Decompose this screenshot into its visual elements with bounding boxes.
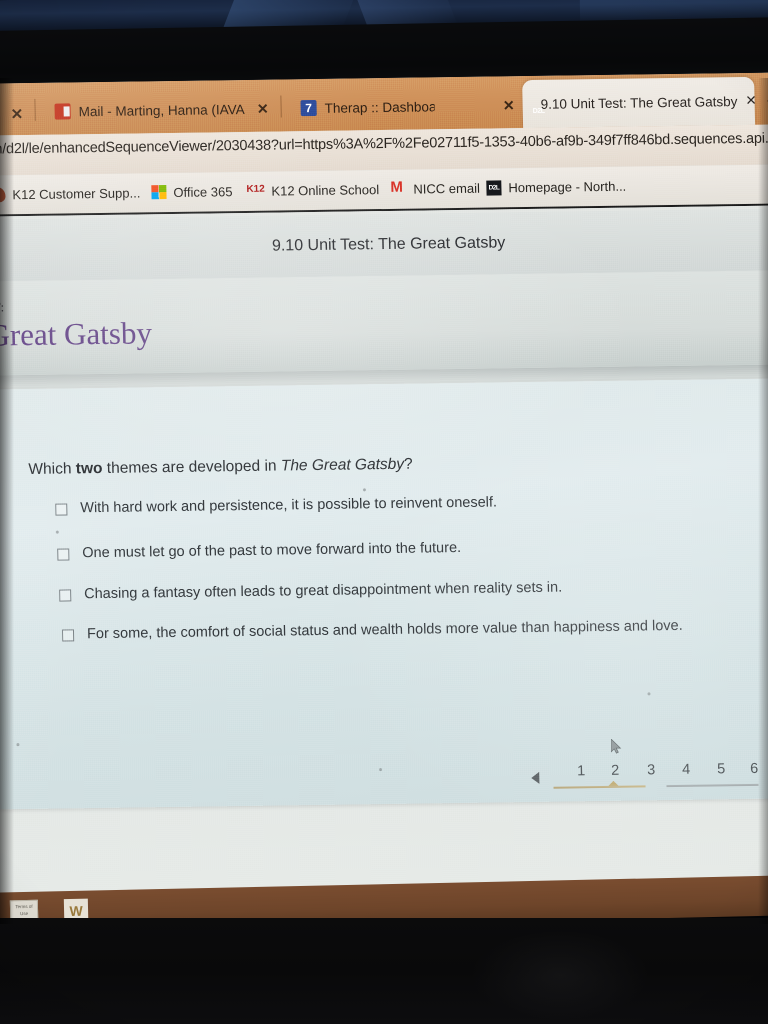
banner-title: The Great Gatsby: [0, 315, 153, 353]
outlook-icon: [54, 103, 71, 120]
tab-divider: [280, 95, 282, 118]
checkbox-icon[interactable]: [55, 503, 68, 516]
pagination: 1 2 3 4 5 6: [519, 758, 768, 802]
mouse-cursor: [611, 739, 622, 754]
bookmark-office-365[interactable]: Office 365: [151, 178, 233, 205]
k12-school-icon: [249, 183, 264, 198]
caret-left-icon[interactable]: [531, 771, 540, 785]
desk-reflection: [470, 930, 650, 1020]
checkbox-icon[interactable]: [61, 629, 75, 642]
pagination-page-6[interactable]: 6: [750, 761, 758, 777]
bookmark-label: Office 365: [173, 183, 233, 200]
prompt-part-3: ?: [403, 455, 413, 473]
d2l-homepage-icon: [486, 179, 502, 196]
pagination-bar-inactive: [666, 783, 759, 788]
photo-of-laptop-screen: ✕ Mail - Marting, Hanna (IAVA St ✕ Thera…: [0, 0, 768, 1024]
gmail-icon: [391, 181, 406, 196]
question-card: Which two themes are developed in The Gr…: [0, 378, 768, 810]
browser-tab-unit-test-active[interactable]: 9.10 Unit Test: The Great Gatsby ✕: [522, 76, 757, 129]
browser-tab-label: Mail - Marting, Hanna (IAVA St: [78, 101, 246, 119]
banner-eyebrow: UNIT TEST:: [0, 299, 5, 315]
pagination-page-1[interactable]: 1: [577, 763, 585, 779]
pagination-page-4[interactable]: 4: [682, 762, 690, 778]
answer-option[interactable]: For some, the comfort of social status a…: [61, 617, 683, 643]
tab-close-icon-leading[interactable]: ✕: [11, 105, 24, 123]
browser-tab-label: 9.10 Unit Test: The Great Gatsby: [540, 93, 738, 112]
answer-option-label: With hard work and persistence, it is po…: [80, 494, 498, 517]
page-title: 9.10 Unit Test: The Great Gatsby: [271, 234, 506, 255]
close-icon[interactable]: ✕: [745, 93, 757, 109]
k12-customer-icon: [0, 186, 6, 203]
browser-tab-therap[interactable]: Therap :: Dashboard ✕: [292, 82, 523, 131]
answer-option[interactable]: Chasing a fantasy often leads to great d…: [59, 580, 562, 603]
answer-option-label: Chasing a fantasy often leads to great d…: [84, 579, 563, 603]
answer-option[interactable]: With hard work and persistence, it is po…: [55, 494, 497, 516]
bookmark-k12-customer-support[interactable]: K12 Customer Supp...: [0, 179, 141, 207]
pagination-page-3[interactable]: 3: [647, 762, 655, 778]
bookmark-label: K12 Online School: [271, 181, 380, 199]
page-header: 9.10 Unit Test: The Great Gatsby: [0, 208, 768, 282]
answer-option[interactable]: One must let go of the past to move forw…: [57, 540, 461, 562]
desk-shadow-area: [0, 918, 768, 1024]
tab-divider: [34, 98, 36, 121]
bookmark-label: Homepage - North...: [508, 178, 627, 195]
close-icon[interactable]: ✕: [503, 97, 515, 114]
pagination-bar-active: [553, 785, 646, 789]
therap-icon: [300, 99, 317, 117]
bookmark-label: NICC email: [413, 180, 481, 197]
pagination-page-2[interactable]: 2: [611, 763, 619, 779]
prompt-part-1: Which: [28, 460, 77, 479]
laptop-screen: ✕ Mail - Marting, Hanna (IAVA St ✕ Thera…: [0, 72, 768, 920]
pagination-current-marker: [608, 780, 619, 786]
prompt-emphasis: two: [75, 459, 103, 478]
answer-option-label: For some, the comfort of social status a…: [86, 617, 683, 643]
bookmark-label: K12 Customer Supp...: [12, 184, 141, 202]
checkbox-icon[interactable]: [57, 548, 70, 561]
prompt-part-2: themes are developed in: [102, 457, 282, 477]
bookmark-homepage-north[interactable]: Homepage - North...: [486, 173, 626, 201]
unit-banner: UNIT TEST: The Great Gatsby: [0, 270, 768, 376]
answer-option-label: One must let go of the past to move forw…: [82, 539, 462, 562]
prompt-book-title: The Great Gatsby: [280, 455, 405, 475]
browser-tab-mail[interactable]: Mail - Marting, Hanna (IAVA St ✕: [46, 86, 277, 135]
bookmark-k12-online-school[interactable]: K12 Online School: [249, 176, 379, 204]
close-icon[interactable]: ✕: [257, 100, 269, 117]
office365-icon: [151, 184, 167, 200]
checkbox-icon[interactable]: [59, 589, 72, 602]
browser-tab-label: Therap :: Dashboard: [324, 98, 436, 116]
pagination-page-5[interactable]: 5: [717, 761, 725, 777]
question-prompt: Which two themes are developed in The Gr…: [28, 456, 413, 479]
bookmark-nicc-email[interactable]: NICC email: [391, 175, 480, 202]
